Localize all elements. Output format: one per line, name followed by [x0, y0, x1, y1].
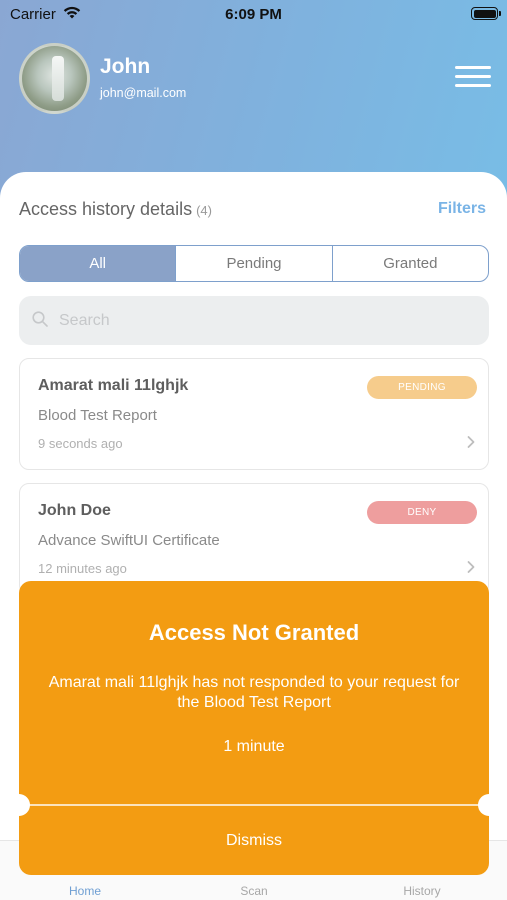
- avatar[interactable]: [19, 43, 90, 114]
- search-bar: [19, 296, 489, 345]
- list-item[interactable]: John Doe Advance SwiftUI Certificate 12 …: [19, 483, 489, 595]
- chevron-right-icon: [467, 561, 475, 573]
- chevron-right-icon: [467, 436, 475, 448]
- search-input[interactable]: [59, 296, 479, 345]
- tab-scan[interactable]: Scan: [214, 884, 294, 898]
- tab-history[interactable]: History: [382, 884, 462, 898]
- status-badge: PENDING: [367, 376, 477, 399]
- hamburger-menu-icon[interactable]: [455, 66, 491, 92]
- alert-message: Amarat mali 11lghjk has not responded to…: [48, 674, 460, 711]
- segment-granted[interactable]: Granted: [331, 246, 488, 281]
- profile-name: John: [100, 55, 151, 78]
- tab-home[interactable]: Home: [45, 884, 125, 898]
- battery-icon: [471, 7, 501, 20]
- alert-duration: 1 minute: [223, 738, 285, 755]
- status-bar: Carrier 6:09 PM: [0, 0, 507, 30]
- document-name: Blood Test Report: [38, 407, 157, 424]
- access-alert-popup: Access Not Granted Amarat mali 11lghjk h…: [8, 581, 500, 875]
- list-item[interactable]: Amarat mali 11lghjk Blood Test Report 9 …: [19, 358, 489, 470]
- segment-all[interactable]: All: [20, 246, 176, 281]
- status-time: 6:09 PM: [225, 6, 282, 23]
- requester-name: Amarat mali 11lghjk: [38, 377, 189, 394]
- request-time: 9 seconds ago: [38, 436, 123, 451]
- segment-pending[interactable]: Pending: [175, 246, 331, 281]
- status-badge: DENY: [367, 501, 477, 524]
- alert-title: Access Not Granted: [148, 620, 360, 645]
- status-segmented-control: All Pending Granted: [19, 245, 489, 282]
- requester-name: John Doe: [38, 502, 111, 519]
- document-name: Advance SwiftUI Certificate: [38, 532, 220, 549]
- request-time: 12 minutes ago: [38, 561, 127, 576]
- section-title-text: Access history details: [19, 199, 193, 219]
- dismiss-button[interactable]: Dismiss: [19, 806, 489, 875]
- filters-button[interactable]: Filters: [438, 200, 486, 218]
- page-title: Access history details (4): [19, 199, 212, 220]
- section-count: (4): [196, 203, 212, 218]
- search-icon: [32, 311, 48, 327]
- profile-email: john@mail.com: [100, 86, 187, 100]
